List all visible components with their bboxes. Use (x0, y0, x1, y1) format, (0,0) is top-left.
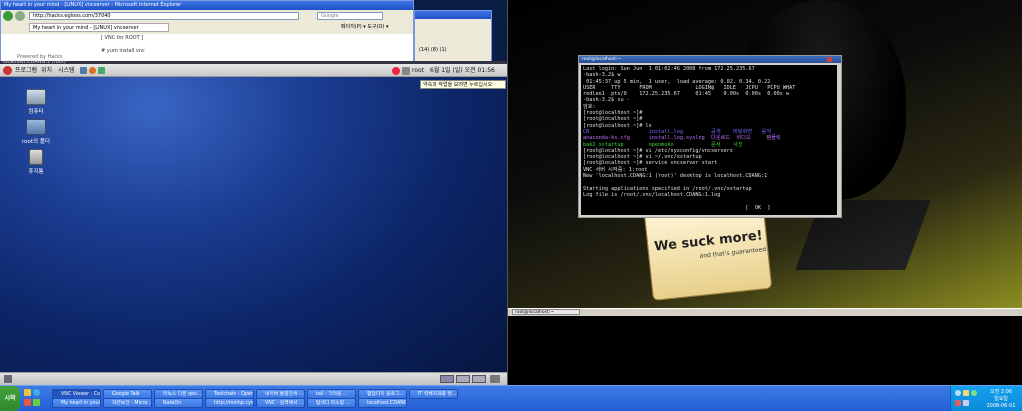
desktop-icon-label: 컴퓨터 (28, 109, 44, 115)
search-input[interactable]: Google (317, 12, 383, 20)
trash-icon (29, 149, 43, 165)
menu-system[interactable]: 시스템 (58, 64, 75, 77)
second-ie-window[interactable]: (14) (8) (1) (414, 10, 492, 62)
taskbar-button[interactable]: IT 력체자과중 명... (409, 389, 458, 399)
quick-launch-icon-1[interactable] (24, 389, 31, 396)
ie-content: [ VNC for ROOT ] # yum install vnc Power… (1, 34, 413, 62)
fedora-menu-icon[interactable] (3, 66, 12, 75)
terminal-title-bar[interactable]: root@localhost:~ (579, 56, 841, 63)
quick-launch (24, 388, 48, 408)
address-bar[interactable]: http://hacks.egloos.com/37040 (29, 12, 299, 20)
right-taskbar (508, 308, 1022, 316)
ie-tab[interactable]: My heart in your mind - [LINUX] vncserve… (29, 23, 169, 32)
menu-applications[interactable]: 프로그램 (15, 64, 37, 77)
tray-icon-3[interactable] (971, 390, 977, 396)
tray-icon-5[interactable] (963, 400, 969, 406)
screen: My heart in your mind - [LINUX] vncserve… (0, 0, 1022, 411)
terminal-window[interactable]: root@localhost:~ Last login: Sun Jun 1 0… (578, 55, 842, 218)
taskbar-button[interactable]: localhost.CDANG... (358, 398, 407, 408)
show-desktop-icon[interactable] (4, 375, 12, 383)
update-notifier-icon[interactable] (392, 67, 400, 75)
taskbar-button[interactable]: http://minhp.cyw... (205, 398, 254, 408)
launcher-icon[interactable] (80, 67, 87, 74)
start-button[interactable]: 시작 (0, 386, 20, 411)
computer-icon (26, 89, 46, 105)
taskbar-clock[interactable]: 오전 2:06 일요일 2008-06-01 (982, 389, 1020, 409)
ie-title-bar[interactable]: My heart in your mind - [LINUX] vncserve… (1, 1, 413, 10)
second-ie-counts: (14) (8) (1) (419, 47, 447, 53)
workspace-switcher-3[interactable] (472, 375, 486, 383)
tray-icon-4[interactable] (955, 400, 961, 406)
launcher-icon-2[interactable] (98, 67, 105, 74)
desktop-icon-trash[interactable]: 휴지통 (16, 149, 56, 175)
ie-toolbar-right[interactable]: 페이지(P) ▾ 도구(O) ▾ (341, 24, 389, 30)
taskbar-button[interactable]: 탐색디 피소링 ... (307, 398, 356, 408)
gnome-top-panel: 프로그램 위치 시스템 root 6월 1일 (일) 오전 01:56 (0, 64, 507, 77)
quick-launch-icon-3[interactable] (24, 399, 31, 406)
tray-icon-1[interactable] (955, 390, 961, 396)
right-task-button[interactable]: root@localhost:~ (512, 309, 580, 315)
content-heading: [ VNC for ROOT ] (101, 35, 144, 41)
taskbar-button[interactable]: My heart in your m... (52, 398, 101, 408)
trash-applet-icon[interactable] (490, 375, 500, 383)
firefox-icon[interactable] (89, 67, 96, 74)
vnc-remote-screen: My heart in your mind - [LINUX] vncserve… (0, 0, 508, 385)
clock-time: 오전 2:06 (989, 389, 1013, 395)
back-icon[interactable] (3, 11, 13, 21)
taskbar-button[interactable]: NateOn (154, 398, 203, 408)
right-black-area (508, 308, 1022, 385)
quick-launch-icon-4[interactable] (33, 399, 40, 406)
desktop-icon-label: root의 폴더 (22, 139, 50, 145)
quick-launch-icon-2[interactable] (33, 389, 40, 396)
gnome-desktop: 컴퓨터 root의 폴더 휴지통 (0, 77, 507, 373)
close-icon[interactable] (827, 57, 832, 62)
taskbar-button[interactable]: VNC : 원격에서 ... (256, 398, 305, 408)
home-folder-icon (26, 119, 46, 135)
ie-nav-buttons[interactable] (3, 11, 27, 21)
desktop-icon-computer[interactable]: 컴퓨터 (16, 89, 56, 115)
terminal-output[interactable]: Last login: Sun Jun 1 01:02:46 2008 from… (581, 65, 837, 215)
clock-day: 일요일 (994, 396, 1008, 402)
desktop-icon-label: 휴지통 (28, 169, 44, 175)
clock-tooltip: 약속과 작업을 보려면 누르십시오 (420, 80, 506, 89)
panel-clock[interactable]: 6월 1일 (일) 오전 01:56 (430, 64, 495, 77)
menu-places[interactable]: 위치 (41, 64, 52, 77)
gnome-bottom-panel (0, 372, 507, 385)
forward-icon[interactable] (15, 11, 25, 21)
workspace-switcher-1[interactable] (440, 375, 454, 383)
taskbar-button[interactable]: 자연보건 - Micro... (103, 398, 152, 408)
network-icon[interactable] (402, 67, 410, 75)
desktop-icon-home[interactable]: root의 폴더 (16, 119, 56, 145)
ie-window[interactable]: My heart in your mind - [LINUX] vncserve… (0, 0, 414, 62)
clock-date: 2008-06-01 (986, 403, 1016, 409)
second-ie-title-bar[interactable] (415, 11, 491, 19)
workspace-switcher-2[interactable] (456, 375, 470, 383)
user-name[interactable]: root (412, 64, 424, 77)
tray-icon-2[interactable] (963, 390, 969, 396)
content-line: # yum install vnc (101, 48, 145, 54)
